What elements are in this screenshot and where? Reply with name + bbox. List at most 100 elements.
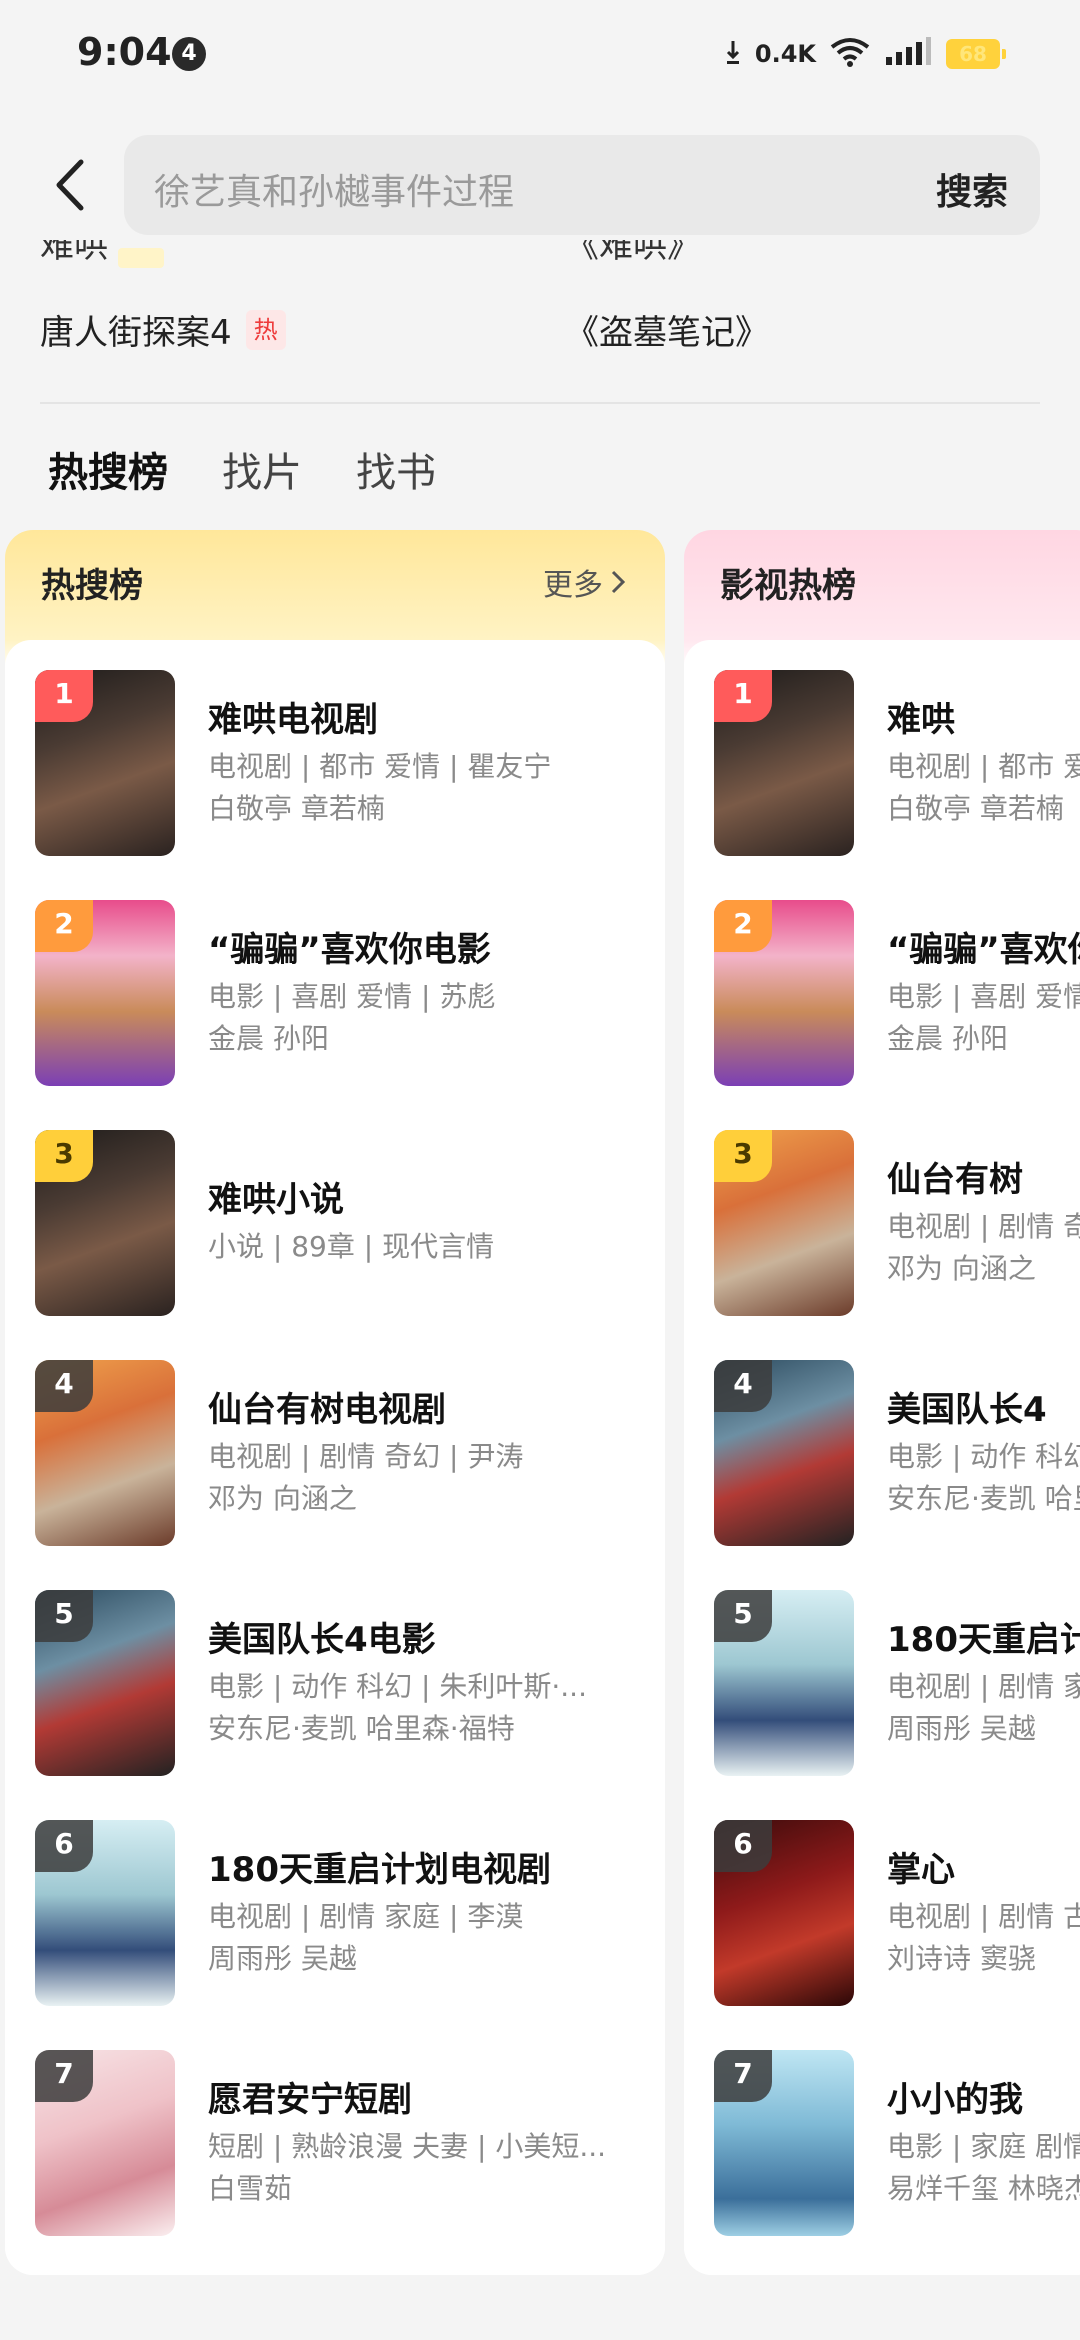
item-title: 仙台有树电视剧 xyxy=(208,1390,446,1430)
item-title: 仙台有树 xyxy=(887,1160,1023,1200)
list-item[interactable]: 7 小小的我 电影 | 家庭 剧情 | 杨荔钠 易烊千玺 林晓杰 xyxy=(684,2050,1080,2240)
item-cast: 白雪茹 xyxy=(208,2172,293,2205)
category-tabs: 热搜榜 找片 找书 xyxy=(48,440,436,498)
rank-badge: 2 xyxy=(35,900,93,952)
suggestion-cut-left[interactable]: 难哄 xyxy=(40,240,108,267)
suggestion-item-right[interactable]: 《盗墓笔记》 xyxy=(565,305,769,354)
item-cast: 金晨 孙阳 xyxy=(208,1022,329,1055)
item-title: 美国队长4 xyxy=(887,1390,1047,1430)
suggestion-item-left[interactable]: 唐人街探案4 热 xyxy=(40,305,286,354)
item-title: 180天重启计划 xyxy=(887,1620,1080,1660)
suggestion-cut-right[interactable]: 《难哄》 xyxy=(565,240,701,267)
tab-hot-search[interactable]: 热搜榜 xyxy=(48,440,168,498)
film-hot-card: 影视热榜 1 难哄 电视剧 | 都市 爱情 | 瞿友宁 白敬亭 章若楠 2 “骗… xyxy=(684,530,1080,2275)
list-item[interactable]: 2 “骗骗”喜欢你 电影 | 喜剧 爱情 | 苏彪 金晨 孙阳 xyxy=(684,900,1080,1090)
item-cast: 白敬亭 章若楠 xyxy=(208,792,385,825)
suggestion-row-partial: 难哄 《难哄》 xyxy=(0,240,1080,272)
search-input[interactable]: 徐艺真和孙樾事件过程 搜索 xyxy=(124,135,1040,235)
poster-image: 3 xyxy=(714,1130,854,1316)
tab-find-film[interactable]: 找片 xyxy=(222,440,302,498)
item-meta: 电影 | 喜剧 爱情 | 苏彪 xyxy=(887,980,1080,1013)
hot-list: 1 难哄电视剧 电视剧 | 都市 爱情 | 瞿友宁 白敬亭 章若楠 2 “骗骗”… xyxy=(5,640,665,2275)
item-meta: 电视剧 | 剧情 奇幻 | 尹涛 xyxy=(887,1210,1080,1243)
poster-image: 6 xyxy=(714,1820,854,2006)
tab-find-book[interactable]: 找书 xyxy=(356,440,436,498)
rank-badge: 4 xyxy=(35,1360,93,1412)
poster-image: 1 xyxy=(35,670,175,856)
list-item[interactable]: 5 180天重启计划 电视剧 | 剧情 家庭 | 李漠 周雨彤 吴越 xyxy=(684,1590,1080,1780)
item-cast: 易烊千玺 林晓杰 xyxy=(887,2172,1080,2205)
list-item[interactable]: 6 掌心 电视剧 | 剧情 古装 | 梁胜权 刘诗诗 窦骁 xyxy=(684,1820,1080,2010)
list-item[interactable]: 1 难哄 电视剧 | 都市 爱情 | 瞿友宁 白敬亭 章若楠 xyxy=(684,670,1080,860)
suggestion-text: 唐人街探案4 xyxy=(40,313,232,353)
search-button[interactable]: 搜索 xyxy=(936,163,1008,215)
poster-image: 6 xyxy=(35,1820,175,2006)
status-bar: 9:04 4 0.4K 68 xyxy=(0,0,1080,110)
item-meta: 电视剧 | 剧情 古装 | 梁胜权 xyxy=(887,1900,1080,1933)
signal-icon xyxy=(884,37,932,71)
item-title: 难哄小说 xyxy=(208,1180,344,1220)
search-placeholder: 徐艺真和孙樾事件过程 xyxy=(154,172,515,213)
item-cast: 周雨彤 吴越 xyxy=(208,1942,357,1975)
item-title: 难哄电视剧 xyxy=(208,700,378,740)
item-meta: 电视剧 | 剧情 家庭 | 李漠 xyxy=(208,1900,524,1933)
list-item[interactable]: 5 美国队长4电影 电影 | 动作 科幻 | 朱利叶斯·... 安东尼·麦凯 哈… xyxy=(5,1590,665,1780)
item-meta: 电视剧 | 都市 爱情 | 瞿友宁 xyxy=(208,750,552,783)
item-title: 美国队长4电影 xyxy=(208,1620,436,1660)
list-item[interactable]: 3 难哄小说 小说 | 89章 | 现代言情 xyxy=(5,1130,665,1320)
more-label: 更多 xyxy=(543,568,603,603)
network-speed: 0.4K xyxy=(754,40,816,68)
poster-image: 7 xyxy=(714,2050,854,2236)
list-item[interactable]: 1 难哄电视剧 电视剧 | 都市 爱情 | 瞿友宁 白敬亭 章若楠 xyxy=(5,670,665,860)
item-meta: 电影 | 喜剧 爱情 | 苏彪 xyxy=(208,980,496,1013)
item-meta: 短剧 | 熟龄浪漫 夫妻 | 小美短... xyxy=(208,2130,607,2163)
item-title: “骗骗”喜欢你电影 xyxy=(208,930,491,970)
download-arrow-icon xyxy=(725,39,741,69)
wifi-icon xyxy=(830,37,870,71)
divider xyxy=(40,402,1040,404)
item-meta: 电影 | 家庭 剧情 | 杨荔钠 xyxy=(887,2130,1080,2163)
poster-image: 4 xyxy=(35,1360,175,1546)
rank-badge: 6 xyxy=(714,1820,772,1872)
list-item[interactable]: 3 仙台有树 电视剧 | 剧情 奇幻 | 尹涛 邓为 向涵之 xyxy=(684,1130,1080,1320)
rank-badge: 2 xyxy=(714,900,772,952)
card-title: 热搜榜 xyxy=(41,566,143,606)
rank-badge: 5 xyxy=(35,1590,93,1642)
poster-image: 3 xyxy=(35,1130,175,1316)
item-cast: 刘诗诗 窦骁 xyxy=(887,1942,1036,1975)
poster-image: 2 xyxy=(35,900,175,1086)
rank-badge: 6 xyxy=(35,1820,93,1872)
more-button[interactable]: 更多 xyxy=(543,560,625,604)
list-item[interactable]: 7 愿君安宁短剧 短剧 | 熟龄浪漫 夫妻 | 小美短... 白雪茹 xyxy=(5,2050,665,2240)
item-cast: 周雨彤 吴越 xyxy=(887,1712,1036,1745)
status-time: 9:04 xyxy=(77,30,172,74)
list-item[interactable]: 4 美国队长4 电影 | 动作 科幻 | 朱利叶斯 安东尼·麦凯 哈里森·福特 xyxy=(684,1360,1080,1550)
item-cast: 安东尼·麦凯 哈里森·福特 xyxy=(887,1482,1080,1515)
item-title: 小小的我 xyxy=(887,2080,1023,2120)
item-meta: 电影 | 动作 科幻 | 朱利叶斯·... xyxy=(208,1670,587,1703)
item-meta: 电视剧 | 都市 爱情 | 瞿友宁 xyxy=(887,750,1080,783)
list-item[interactable]: 6 180天重启计划电视剧 电视剧 | 剧情 家庭 | 李漠 周雨彤 吴越 xyxy=(5,1820,665,2010)
list-item[interactable]: 2 “骗骗”喜欢你电影 电影 | 喜剧 爱情 | 苏彪 金晨 孙阳 xyxy=(5,900,665,1090)
rank-badge: 5 xyxy=(714,1590,772,1642)
item-title: 难哄 xyxy=(887,700,955,740)
list-item[interactable]: 4 仙台有树电视剧 电视剧 | 剧情 奇幻 | 尹涛 邓为 向涵之 xyxy=(5,1360,665,1550)
notification-badge: 4 xyxy=(172,37,206,71)
item-cast: 邓为 向涵之 xyxy=(208,1482,357,1515)
item-meta: 电视剧 | 剧情 奇幻 | 尹涛 xyxy=(208,1440,524,1473)
hot-tag: 热 xyxy=(245,309,286,350)
item-title: 掌心 xyxy=(887,1850,955,1890)
rank-badge: 7 xyxy=(714,2050,772,2102)
bottom-spacer xyxy=(0,2275,1080,2340)
item-cast: 安东尼·麦凯 哈里森·福特 xyxy=(208,1712,515,1745)
back-button[interactable] xyxy=(40,150,100,220)
poster-image: 7 xyxy=(35,2050,175,2236)
item-cast: 金晨 孙阳 xyxy=(887,1022,1008,1055)
status-icons: 0.4K 68 xyxy=(725,32,1006,76)
rank-badge: 1 xyxy=(35,670,93,722)
chevron-right-icon xyxy=(611,570,625,594)
item-title: “骗骗”喜欢你 xyxy=(887,930,1080,970)
poster-image: 5 xyxy=(714,1590,854,1776)
item-meta: 小说 | 89章 | 现代言情 xyxy=(208,1230,495,1263)
item-meta: 电影 | 动作 科幻 | 朱利叶斯 xyxy=(887,1440,1080,1473)
